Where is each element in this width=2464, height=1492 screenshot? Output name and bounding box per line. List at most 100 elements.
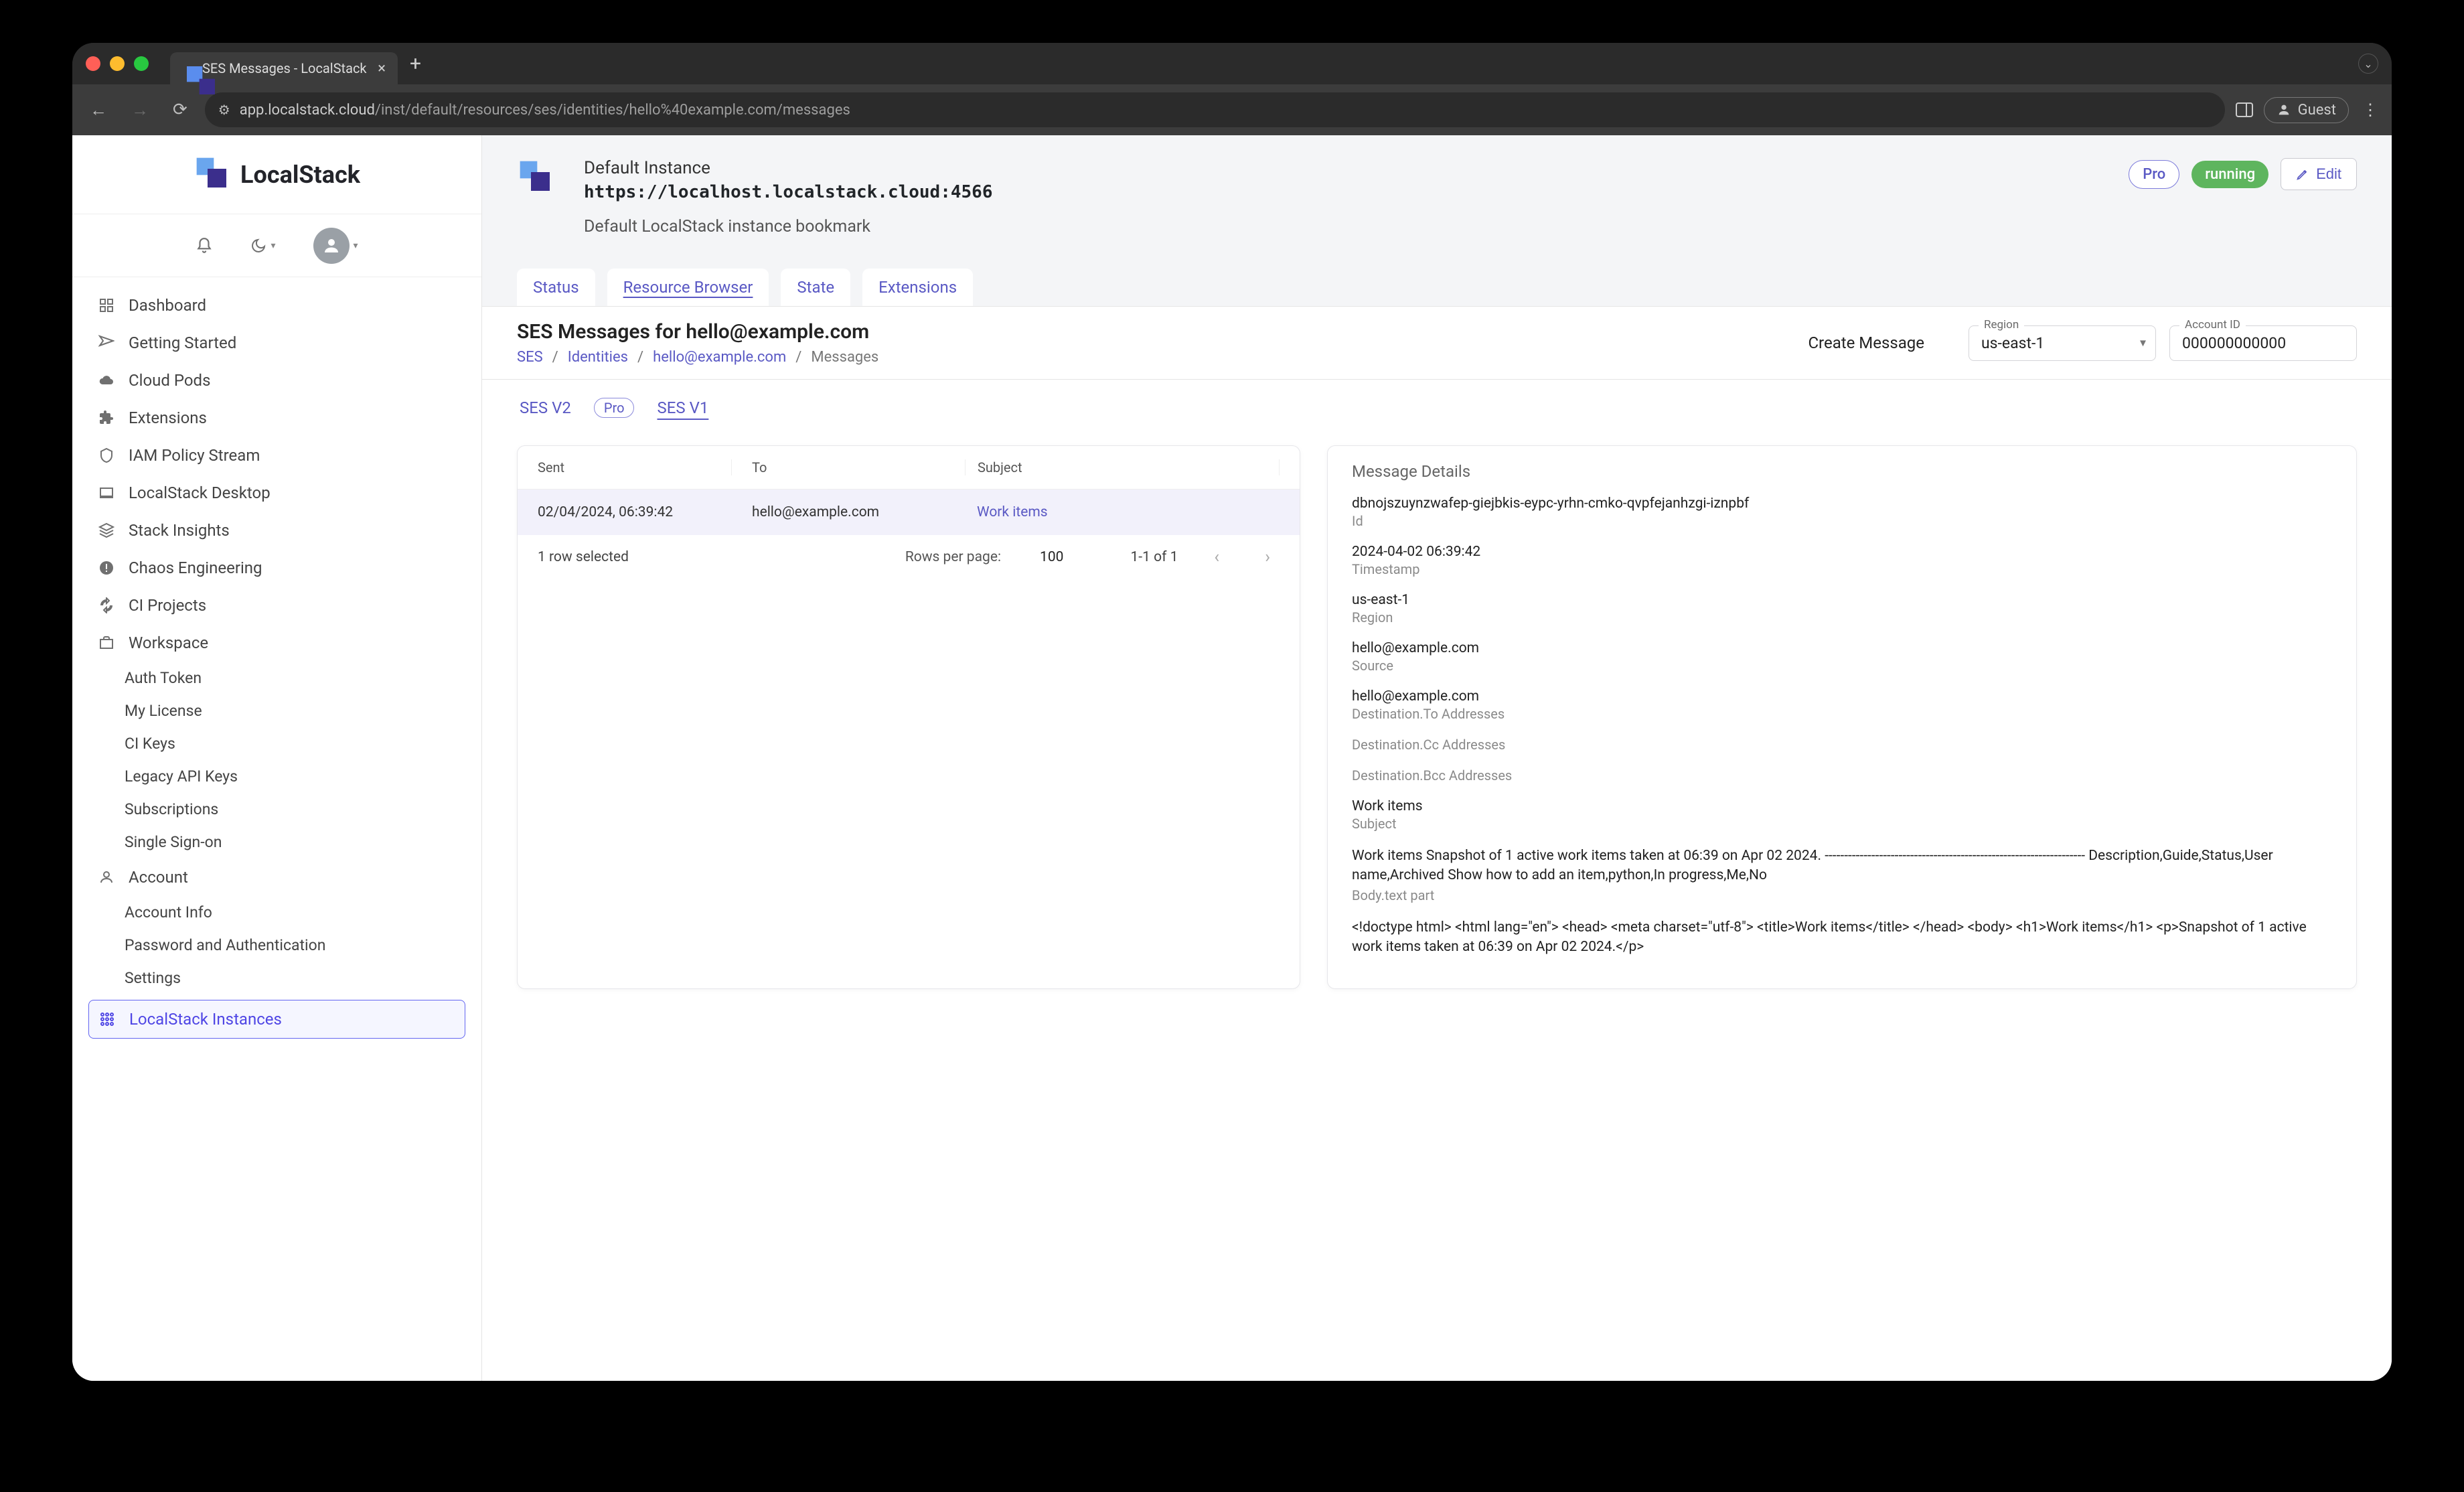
sidebar-item-label: IAM Policy Stream [129, 446, 260, 465]
briefcase-icon [96, 633, 117, 653]
sidebar-item-ci-projects[interactable]: CI Projects [88, 587, 465, 624]
maximize-window-button[interactable] [134, 56, 149, 71]
breadcrumb-email[interactable]: hello@example.com [653, 349, 786, 366]
macos-window-controls [86, 56, 149, 71]
prev-page-icon[interactable]: ‹ [1205, 547, 1229, 567]
detail-body-html: <!doctype html> <html lang="en"> <head> … [1352, 918, 2332, 958]
column-header-subject[interactable]: Subject [965, 459, 1280, 475]
sidebar-item-stack-insights[interactable]: Stack Insights [88, 512, 465, 549]
sidebar-item-label: CI Projects [129, 596, 206, 615]
sidebar-item-settings[interactable]: Settings [117, 962, 465, 994]
column-header-to[interactable]: To [752, 459, 953, 475]
notifications-icon[interactable] [196, 237, 213, 254]
sidebar-item-single-sign-on[interactable]: Single Sign-on [117, 826, 465, 859]
detail-source-value: hello@example.com [1352, 640, 2332, 656]
sidebar-item-chaos-engineering[interactable]: Chaos Engineering [88, 549, 465, 587]
close-tab-icon[interactable]: × [378, 60, 386, 77]
profile-chip[interactable]: Guest [2264, 97, 2349, 123]
header-actions: Pro running Edit [2129, 158, 2357, 190]
detail-timestamp: 2024-04-02 06:39:42 Timestamp [1352, 544, 2332, 577]
tab-state[interactable]: State [781, 269, 850, 306]
address-bar[interactable]: ⚙ app.localstack.cloud/inst/default/reso… [205, 92, 2225, 127]
sidebar-item-label: Stack Insights [129, 521, 230, 540]
sidebar-item-localstack-instances[interactable]: LocalStack Instances [88, 1000, 465, 1039]
rows-per-page-value[interactable]: 100 [1040, 549, 1063, 565]
next-page-icon[interactable]: › [1255, 547, 1280, 567]
sidebar-item-dashboard[interactable]: Dashboard [88, 287, 465, 324]
back-button[interactable]: ← [83, 96, 114, 125]
instance-header: Default Instance https://localhost.local… [482, 135, 2392, 306]
message-details-panel: Message Details dbnojszuynzwafep-giejbki… [1327, 445, 2357, 989]
sidebar-item-my-license[interactable]: My License [117, 694, 465, 727]
sidebar-item-account[interactable]: Account [88, 859, 465, 896]
tab-dropdown-icon[interactable]: ⌄ [2358, 54, 2378, 74]
browser-window: SES Messages - LocalStack × + ⌄ ← → ⟳ ⚙ … [72, 43, 2392, 1381]
account-subnav: Account Info Password and Authentication… [88, 896, 465, 994]
column-header-sent[interactable]: Sent [538, 459, 732, 475]
logo[interactable]: LocalStack [72, 135, 481, 214]
browser-tab[interactable]: SES Messages - LocalStack × [170, 52, 398, 84]
edit-button[interactable]: Edit [2281, 158, 2357, 190]
sidebar-item-auth-token[interactable]: Auth Token [117, 662, 465, 694]
dashboard-icon [96, 295, 117, 315]
sidebar-item-label: Single Sign-on [125, 833, 222, 851]
sidebar-item-ci-keys[interactable]: CI Keys [117, 727, 465, 760]
detail-cc: Destination.Cc Addresses [1352, 737, 2332, 753]
sidebar-item-workspace[interactable]: Workspace [88, 624, 465, 662]
sidebar-item-legacy-api-keys[interactable]: Legacy API Keys [117, 760, 465, 793]
detail-body-text: Work items Snapshot of 1 active work ite… [1352, 846, 2332, 903]
sidebar-item-getting-started[interactable]: Getting Started [88, 324, 465, 362]
instance-tabs: Status Resource Browser State Extensions [517, 269, 2357, 306]
sidebar-item-iam-policy-stream[interactable]: IAM Policy Stream [88, 437, 465, 474]
region-select[interactable]: Region us-east-1 [1969, 325, 2156, 361]
detail-bcc-label: Destination.Bcc Addresses [1352, 767, 2332, 784]
grid-icon [97, 1009, 117, 1029]
sidebar-item-label: Account [129, 868, 188, 887]
pagination-range: 1-1 of 1 [1130, 549, 1178, 565]
sidebar-item-label: My License [125, 702, 202, 720]
tab-ses-v1[interactable]: SES V1 [654, 393, 711, 423]
detail-subject-value: Work items [1352, 798, 2332, 814]
forward-button[interactable]: → [125, 96, 155, 125]
account-id-input[interactable]: Account ID 000000000000 [2169, 325, 2357, 361]
page-title: SES Messages for hello@example.com [517, 320, 878, 344]
close-window-button[interactable] [86, 56, 100, 71]
sidebar-item-localstack-desktop[interactable]: LocalStack Desktop [88, 474, 465, 512]
sidebar-item-label: LocalStack Desktop [129, 483, 271, 502]
sidebar-item-subscriptions[interactable]: Subscriptions [117, 793, 465, 826]
sidebar-item-extensions[interactable]: Extensions [88, 399, 465, 437]
new-tab-button[interactable]: + [410, 52, 421, 76]
breadcrumb-current: Messages [811, 349, 878, 366]
user-menu[interactable]: ▾ [313, 228, 358, 264]
browser-tabbar: SES Messages - LocalStack × + ⌄ [72, 43, 2392, 84]
cell-to: hello@example.com [752, 504, 953, 520]
account-id-value: 000000000000 [2182, 334, 2286, 352]
messages-table: Sent To Subject 02/04/2024, 06:39:42 hel… [517, 445, 1300, 989]
browser-menu-icon[interactable]: ⋮ [2360, 98, 2381, 122]
avatar-icon [313, 228, 350, 264]
breadcrumb-identities[interactable]: Identities [568, 349, 628, 366]
account-id-label: Account ID [2179, 318, 2246, 331]
table-row[interactable]: 02/04/2024, 06:39:42 hello@example.com W… [518, 490, 1300, 535]
page-header-bar: SES Messages for hello@example.com SES/ … [482, 306, 2392, 380]
create-message-button[interactable]: Create Message [1808, 333, 1924, 352]
site-info-icon[interactable]: ⚙ [218, 102, 230, 118]
laptop-icon [96, 483, 117, 503]
breadcrumb-ses[interactable]: SES [517, 349, 543, 366]
tab-resource-browser[interactable]: Resource Browser [607, 269, 769, 306]
sidebar-item-cloud-pods[interactable]: Cloud Pods [88, 362, 465, 399]
cell-subject[interactable]: Work items [977, 504, 1280, 520]
minimize-window-button[interactable] [110, 56, 125, 71]
tab-extensions[interactable]: Extensions [862, 269, 973, 306]
sidebar-item-account-info[interactable]: Account Info [117, 896, 465, 929]
tab-ses-v2[interactable]: SES V2 [517, 393, 574, 423]
pro-badge: Pro [2129, 160, 2179, 189]
instance-url: https://localhost.localstack.cloud:4566 [584, 182, 2111, 202]
sidebar-item-password-auth[interactable]: Password and Authentication [117, 929, 465, 962]
side-panel-icon[interactable] [2236, 102, 2253, 117]
detail-to-label: Destination.To Addresses [1352, 706, 2332, 722]
theme-toggle-icon[interactable]: ▾ [250, 238, 275, 254]
tab-status[interactable]: Status [517, 269, 595, 306]
sidebar-item-label: Account Info [125, 903, 212, 921]
reload-button[interactable]: ⟳ [166, 96, 194, 124]
